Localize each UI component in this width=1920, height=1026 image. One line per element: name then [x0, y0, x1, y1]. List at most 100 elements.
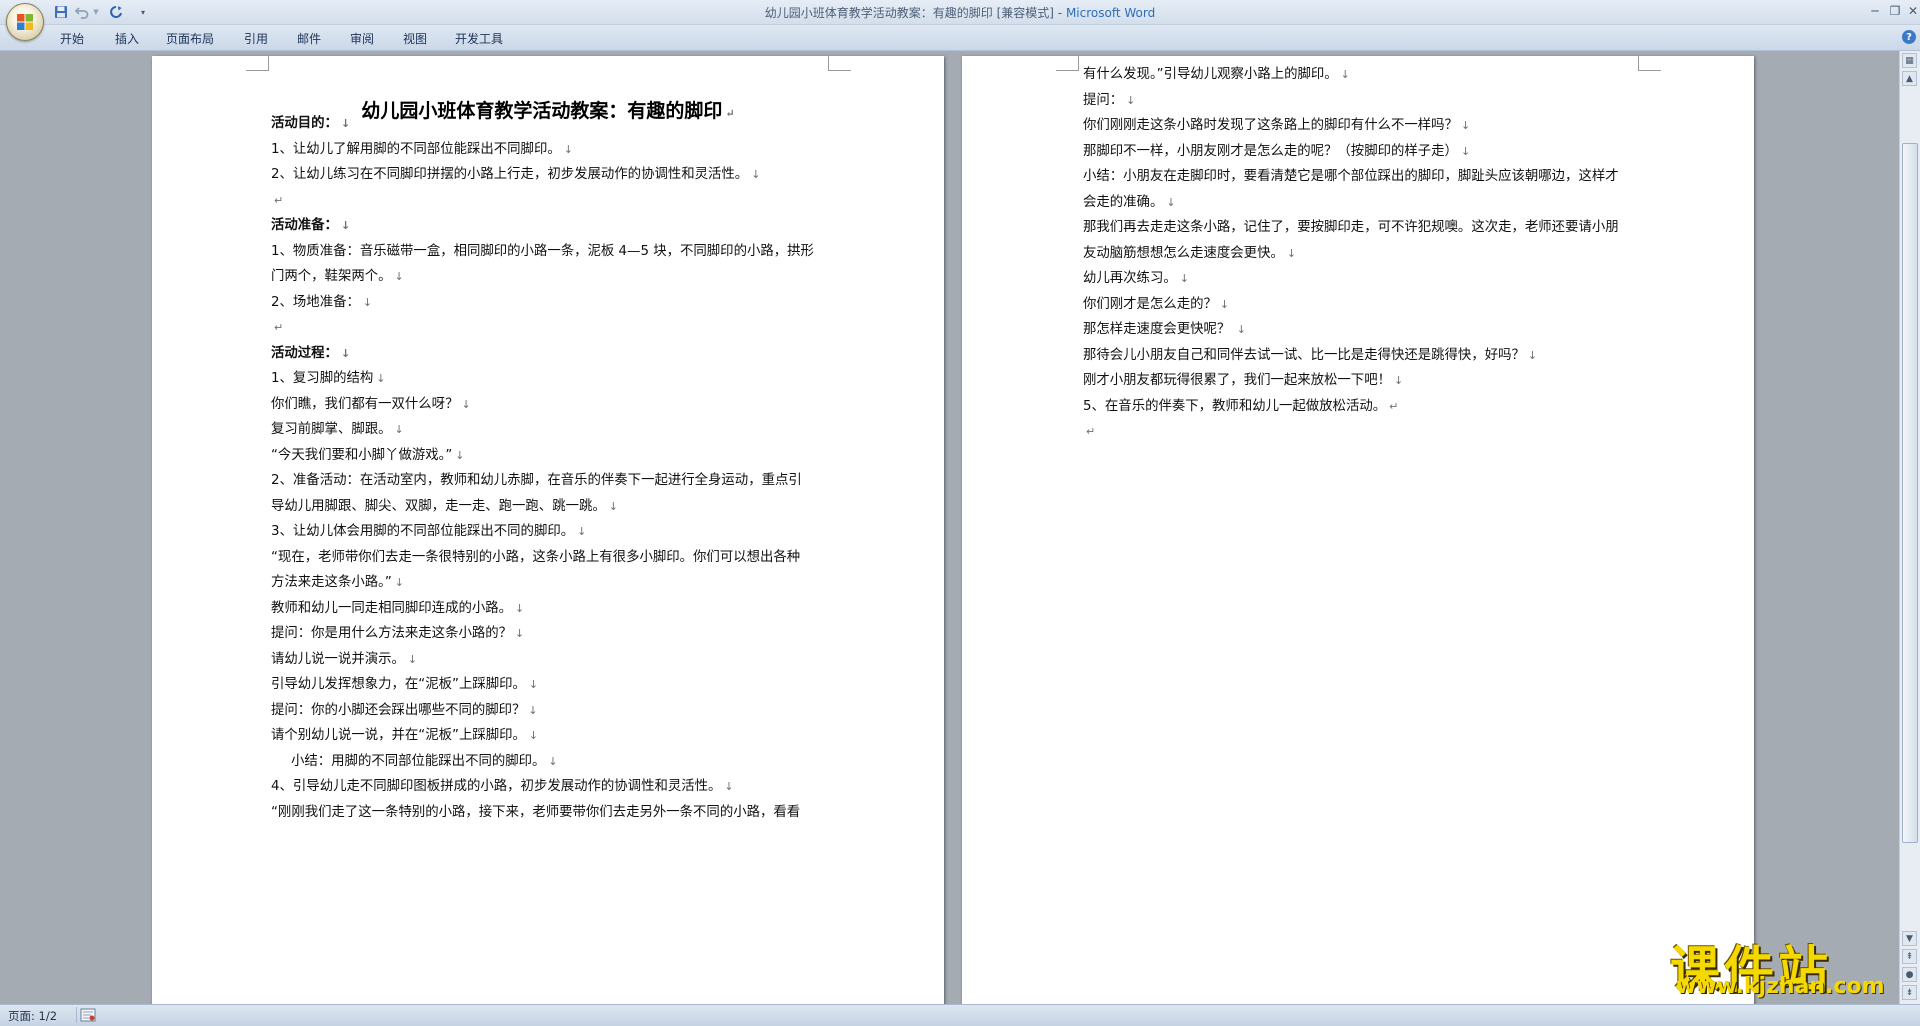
document-paragraph-line: 幼儿再次练习。 ↓ — [1083, 269, 1189, 289]
document-paragraph-line: 门两个，鞋架两个。 ↓ — [271, 267, 404, 287]
document-paragraph-line: 小结：用脚的不同部位能踩出不同的脚印。 ↓ — [291, 752, 558, 772]
document-paragraph-line: “现在，老师带你们去走一条很特别的小路，这条小路上有很多小脚印。你们可以想出各种 — [271, 548, 800, 568]
paragraph-text: 你们刚才是怎么走的？ — [1083, 296, 1217, 312]
next-page-button[interactable]: ⇟ — [1902, 985, 1917, 1000]
paragraph-text: 提问：你是用什么方法来走这条小路的？ — [271, 626, 513, 641]
document-paragraph-line: 友动脑筋想想怎么走速度会更快。 ↓ — [1083, 244, 1296, 264]
paragraph-mark: ↓ — [1126, 93, 1136, 107]
scroll-up-button[interactable]: ▲ — [1902, 71, 1917, 86]
document-paragraph-line: 那我们再去走走这条小路，记住了，要按脚印走，可不许犯规噢。这次走，老师还要请小朋 — [1083, 218, 1619, 238]
tab-home[interactable]: 开始 — [60, 30, 84, 47]
paragraph-mark: ↓ — [577, 525, 587, 538]
document-paragraph-line: 活动准备： ↓ — [271, 216, 350, 236]
watermark-url: www.kjzhan.com — [1676, 974, 1885, 999]
document-paragraph-line: 活动过程： ↓ — [271, 344, 350, 364]
tab-references[interactable]: 引用 — [244, 30, 268, 47]
paragraph-mark: ↓ — [528, 729, 539, 742]
document-paragraph-line: 刚才小朋友都玩得很累了，我们一起来放松一下吧！ ↓ — [1083, 371, 1403, 391]
tab-review[interactable]: 审阅 — [350, 30, 374, 47]
document-paragraph-line: 2、让幼儿练习在不同脚印拼摆的小路上行走，初步发展动作的协调性和灵活性。 ↓ — [271, 165, 760, 185]
document-page-1[interactable]: 幼儿园小班体育教学活动教案：有趣的脚印 ↵ 活动目的： ↓ 1、让幼儿了解用脚的不同部… — [152, 56, 944, 1004]
paragraph-text: 5、在音乐的伴奏下，教师和幼儿一起做放松活动。 — [1083, 398, 1387, 414]
paragraph-text: 活动目的： — [271, 116, 338, 131]
proofing-icon[interactable] — [80, 1008, 96, 1022]
tab-developer[interactable]: 开发工具 — [455, 30, 503, 47]
document-paragraph-line: 有什么发现。”引导幼儿观察小路上的脚印。 ↓ — [1083, 65, 1350, 85]
office-button[interactable] — [6, 3, 44, 41]
help-icon: ? — [1906, 31, 1912, 43]
document-paragraph-line: ↵ — [271, 318, 283, 338]
paragraph-text: 复习前脚掌、脚跟。 — [271, 422, 392, 437]
paragraph-mark: ↓ — [1179, 272, 1189, 285]
paragraph-text: “今天我们要和小脚丫做游戏。” — [271, 447, 453, 463]
double-down-icon: ⇟ — [1905, 987, 1914, 998]
minimize-button[interactable]: ─ — [1864, 2, 1886, 20]
paragraph-text: 你们刚刚走这条小路时发现了这条路上的脚印有什么不一样吗？ — [1083, 118, 1458, 133]
tab-page-layout[interactable]: 页面布局 — [166, 30, 214, 47]
scroll-down-button[interactable]: ▼ — [1902, 931, 1917, 946]
document-paragraph-line: 小结：小朋友在走脚印时，要看清楚它是哪个部位踩出的脚印，脚趾头应该朝哪边，这样才 — [1083, 167, 1619, 187]
paragraph-text: 会走的准确。 — [1083, 194, 1164, 210]
title-separator: - — [1053, 6, 1066, 20]
paragraph-text: 4、引导幼儿走不同脚印图板拼成的小路，初步发展动作的协调性和灵活性。 — [271, 779, 722, 794]
paragraph-mark: ↓ — [515, 601, 525, 615]
office-logo-icon — [17, 14, 33, 30]
minimize-icon: ─ — [1871, 4, 1879, 18]
paragraph-mark: ↓ — [528, 678, 539, 691]
paragraph-text: 导幼儿用脚跟、脚尖、双脚，走一走、跑一跑、跳一跳。 — [271, 498, 606, 514]
title-bar: ▼ ▾ 幼儿园小班体育教学活动教案：有趣的脚印 [兼容模式] - Microso… — [0, 0, 1920, 41]
paragraph-mark: ↓ — [1393, 374, 1404, 387]
application-name: Microsoft Word — [1065, 6, 1156, 20]
paragraph-text: 幼儿再次练习。 — [1083, 271, 1177, 286]
document-area[interactable]: 幼儿园小班体育教学活动教案：有趣的脚印 ↵ 活动目的： ↓ 1、让幼儿了解用脚的不同部… — [0, 51, 1900, 1004]
help-button[interactable]: ? — [1902, 30, 1916, 44]
document-paragraph-line: “刚刚我们走了这一条特别的小路，接下来，老师要带你们去走另外一条不同的小路，看看 — [271, 803, 800, 823]
tab-view[interactable]: 视图 — [403, 30, 427, 47]
document-paragraph-line: 你们刚才是怎么走的？ ↓ — [1083, 295, 1229, 315]
document-paragraph-line: 提问：你的小脚还会踩出哪些不同的脚印？ ↓ — [271, 701, 538, 721]
tab-insert[interactable]: 插入 — [115, 30, 139, 47]
paragraph-text: 教师和幼儿一同走相同脚印连成的小路。 — [271, 600, 513, 616]
ruler-toggle-button[interactable]: ▦ — [1902, 53, 1917, 68]
paragraph-mark: ↓ — [340, 219, 351, 232]
paragraph-text: 引导幼儿发挥想象力，在“泥板”上踩脚印。 — [271, 677, 526, 692]
paragraph-mark: ↓ — [340, 346, 351, 360]
status-bar: 页面: 1/2 — [0, 1004, 1920, 1026]
close-button[interactable]: ✕ — [1902, 2, 1920, 20]
previous-page-button[interactable]: ⇞ — [1902, 949, 1917, 964]
tab-mailings[interactable]: 邮件 — [297, 30, 321, 47]
paragraph-text: 1、复习脚的结构 — [271, 371, 374, 386]
paragraph-text: 请个别幼儿说一说，并在“泥板”上踩脚印。 — [271, 728, 526, 743]
ruler-icon: ▦ — [1905, 55, 1914, 66]
browse-object-button[interactable]: ● — [1902, 967, 1917, 982]
paragraph-text: 友动脑筋想想怎么走速度会更快。 — [1083, 245, 1284, 261]
paragraph-text: 3、让幼儿体会用脚的不同部位能踩出不同的脚印。 — [271, 524, 575, 539]
paragraph-mark: ↓ — [407, 652, 418, 666]
document-paragraph-line: 活动目的： ↓ — [271, 114, 350, 134]
vertical-scrollbar[interactable]: ▦ ▲ ▼ ⇞ ● ⇟ — [1899, 51, 1920, 1004]
paragraph-mark: ↓ — [394, 576, 404, 589]
document-page-2[interactable]: 有什么发现。”引导幼儿观察小路上的脚印。 ↓ 提问： ↓ 你们刚刚走这条小路时发现了这条… — [962, 56, 1754, 1004]
paragraph-text: 你们瞧，我们都有一双什么呀？ — [271, 396, 459, 412]
document-paragraph-line: 那脚印不一样，小朋友刚才是怎么走的呢？（按脚印的样子走） ↓ — [1083, 142, 1470, 162]
paragraph-text: “现在，老师带你们去走一条很特别的小路，这条小路上有很多小脚印。你们可以想出各种 — [271, 549, 801, 565]
document-paragraph-line: 你们刚刚走这条小路时发现了这条路上的脚印有什么不一样吗？ ↓ — [1083, 116, 1470, 136]
paragraph-text: 2、场地准备： — [271, 294, 360, 310]
document-paragraph-line: 1、让幼儿了解用脚的不同部位能踩出不同脚印。 ↓ — [271, 140, 573, 160]
paragraph-mark: ↓ — [1166, 195, 1176, 209]
document-paragraph-line: 2、场地准备： ↓ — [271, 293, 372, 313]
window-title: 幼儿园小班体育教学活动教案：有趣的脚印 [兼容模式] - Microsoft W… — [0, 4, 1920, 21]
paragraph-mark: ↓ — [461, 397, 471, 411]
paragraph-mark: ↓ — [394, 423, 404, 436]
paragraph-mark: ↓ — [528, 703, 538, 717]
paragraph-mark: ↓ — [751, 168, 761, 181]
page-indicator[interactable]: 页面: 1/2 — [8, 1008, 57, 1024]
paragraph-mark: ↓ — [455, 448, 465, 462]
paragraph-mark: ↓ — [515, 627, 525, 640]
paragraph-text: 门两个，鞋架两个。 — [271, 269, 392, 284]
page-corner-marker — [828, 56, 851, 71]
document-paragraph-line: 那待会儿小朋友自己和同伴去试一试、比一比是走得快还是跳得快，好吗？ ↓ — [1083, 346, 1537, 366]
paragraph-text: 提问： — [1083, 92, 1124, 108]
paragraph-mark: ↵ — [725, 107, 735, 120]
scrollbar-thumb[interactable] — [1902, 143, 1918, 843]
